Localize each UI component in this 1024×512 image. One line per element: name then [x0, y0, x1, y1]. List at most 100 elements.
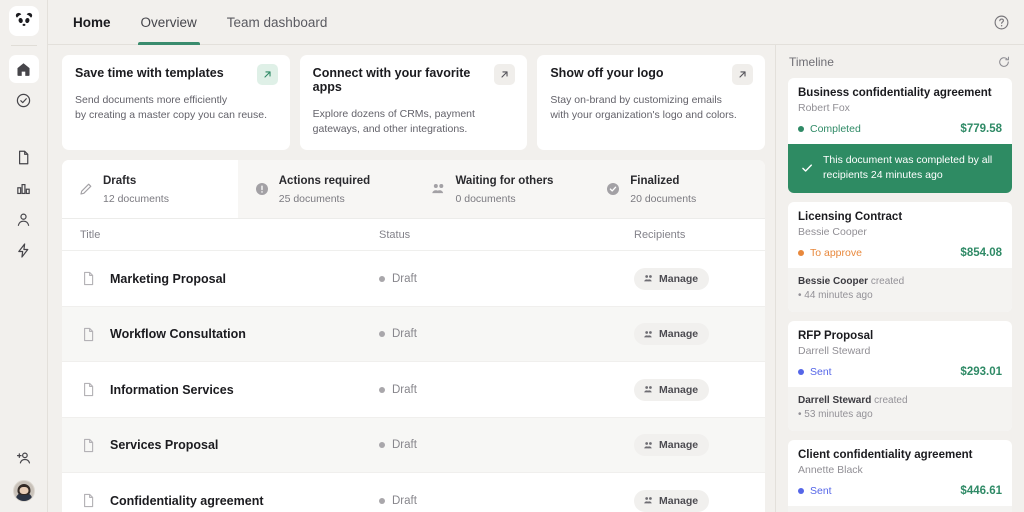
status-dot	[379, 275, 385, 282]
status-badge: Sent	[798, 366, 960, 378]
manage-button[interactable]: Manage	[634, 489, 710, 512]
sidebar-item-automations[interactable]	[9, 236, 39, 264]
doc-tab-count: 20 documents	[630, 193, 697, 206]
sidebar-item-approvals[interactable]	[9, 86, 39, 114]
document-filter-tabs: Drafts 12 documents Actions required 25 …	[62, 159, 765, 220]
doc-tab-actions-required[interactable]: Actions required 25 documents	[238, 160, 414, 219]
status-badge: To approve	[798, 247, 960, 259]
timeline-person: Bessie Cooper	[798, 225, 867, 238]
avatar[interactable]	[12, 480, 35, 502]
tab-overview-label: Overview	[140, 14, 197, 30]
timeline-activity-actor: Darrell Steward	[798, 394, 872, 406]
row-status-label: Draft	[392, 383, 417, 396]
row-title: Marketing Proposal	[110, 271, 226, 286]
row-status: Draft	[379, 439, 634, 451]
people-icon	[643, 329, 654, 340]
promo-title: Save time with templates	[75, 66, 224, 80]
timeline-activity-actor: Bessie Cooper	[798, 275, 869, 287]
add-person-icon[interactable]	[9, 443, 39, 471]
row-status-label: Draft	[392, 494, 417, 507]
manage-button-label: Manage	[659, 328, 699, 341]
column-header-recipients: Recipients	[634, 229, 686, 242]
promo-body: Send documents more efficiently by creat…	[75, 94, 268, 121]
people-icon	[430, 181, 447, 197]
promo-body: Stay on-brand by customizing emails with…	[550, 94, 737, 121]
doc-tab-label: Drafts	[103, 174, 137, 187]
refresh-icon[interactable]	[997, 55, 1011, 69]
row-title: Confidentiality agreement	[110, 493, 264, 508]
timeline-activity: Annette Black created • 53 minutes ago	[788, 505, 1012, 512]
timeline-title: Timeline	[789, 54, 834, 69]
document-icon	[80, 270, 97, 287]
arrow-up-right-icon[interactable]	[732, 64, 754, 85]
sidebar-item-home[interactable]	[8, 55, 39, 83]
table-row[interactable]: Confidentiality agreement Draft Manage	[62, 473, 765, 512]
content-column: Save time with templates Send documents …	[48, 45, 775, 512]
doc-tab-finalized[interactable]: Finalized 20 documents	[589, 160, 765, 219]
people-icon	[643, 440, 654, 451]
timeline-card[interactable]: RFP Proposal Darrell Steward Sent $293.0…	[788, 320, 1012, 431]
doc-tab-label: Finalized	[630, 174, 680, 187]
sidebar-item-reports[interactable]	[9, 174, 39, 202]
promo-title: Connect with your favorite apps	[312, 66, 471, 94]
document-icon	[80, 326, 97, 343]
question-circle-icon[interactable]	[993, 14, 1010, 31]
timeline-banner-text: This document was completed by all recip…	[823, 153, 993, 181]
sidebar-item-contacts[interactable]	[9, 205, 39, 233]
doc-tab-label: Waiting for others	[455, 174, 554, 187]
row-status-label: Draft	[392, 272, 417, 285]
table-row[interactable]: Services Proposal Draft Manage	[62, 417, 765, 474]
status-dot	[379, 386, 385, 393]
timeline-amount: $446.61	[960, 484, 1002, 497]
manage-button[interactable]: Manage	[634, 323, 710, 346]
timeline-doc-name: Client confidentiality agreement	[798, 448, 973, 461]
status-dot	[798, 368, 804, 375]
row-title: Information Services	[110, 382, 234, 397]
timeline-person: Darrell Steward	[798, 344, 871, 357]
timeline-status-label: Sent	[810, 484, 832, 497]
table-row[interactable]: Marketing Proposal Draft Manage	[62, 251, 765, 307]
doc-tab-drafts[interactable]: Drafts 12 documents	[62, 159, 238, 219]
promo-card-templates[interactable]: Save time with templates Send documents …	[62, 55, 290, 150]
status-dot	[379, 331, 385, 338]
promo-card-apps[interactable]: Connect with your favorite apps Explore …	[299, 55, 528, 150]
table-row[interactable]: Information Services Draft Manage	[62, 362, 765, 418]
timeline-activity-action: created	[870, 275, 905, 287]
timeline-doc-name: Licensing Contract	[798, 210, 903, 223]
topbar: Home Overview Team dashboard	[48, 0, 1024, 45]
arrow-up-right-icon[interactable]	[256, 64, 278, 85]
panda-logo-icon[interactable]	[8, 6, 39, 36]
tab-overview[interactable]: Overview	[128, 0, 210, 45]
sidebar-item-documents[interactable]	[9, 143, 39, 171]
row-title: Services Proposal	[110, 438, 219, 453]
status-badge: Completed	[798, 123, 960, 135]
arrow-up-right-icon[interactable]	[494, 64, 516, 85]
promo-card-logo[interactable]: Show off your logo Stay on-brand by cust…	[537, 55, 766, 150]
manage-button[interactable]: Manage	[634, 378, 710, 401]
manage-button[interactable]: Manage	[634, 434, 710, 457]
timeline-header: Timeline	[788, 45, 1012, 78]
timeline-activity-action: created	[874, 394, 908, 406]
table-row[interactable]: Workflow Consultation Draft Manage	[62, 306, 765, 363]
sidebar-divider	[10, 45, 37, 46]
row-status: Draft	[379, 328, 634, 340]
timeline-amount: $854.08	[960, 246, 1002, 259]
status-dot	[798, 249, 804, 256]
tab-team-dashboard[interactable]: Team dashboard	[214, 0, 341, 45]
tab-home[interactable]: Home	[60, 0, 124, 45]
top-tabs: Home Overview Team dashboard	[60, 0, 340, 45]
timeline-status-label: Sent	[810, 365, 832, 378]
timeline-doc-name: Business confidentiality agreement	[798, 87, 992, 99]
timeline-card[interactable]: Licensing Contract Bessie Cooper To appr…	[788, 201, 1012, 312]
check-icon	[800, 161, 814, 175]
timeline-card[interactable]: Client confidentiality agreement Annette…	[788, 439, 1012, 512]
timeline-card[interactable]: Business confidentiality agreement Rober…	[788, 78, 1012, 193]
row-status: Draft	[379, 384, 634, 396]
table-header: Title Status Recipients	[62, 219, 765, 252]
manage-button[interactable]: Manage	[634, 267, 710, 290]
timeline-person: Annette Black	[798, 463, 863, 476]
status-dot	[798, 487, 804, 494]
document-icon	[80, 492, 97, 509]
manage-button-label: Manage	[659, 383, 699, 396]
doc-tab-waiting-for-others[interactable]: Waiting for others 0 documents	[414, 160, 590, 219]
